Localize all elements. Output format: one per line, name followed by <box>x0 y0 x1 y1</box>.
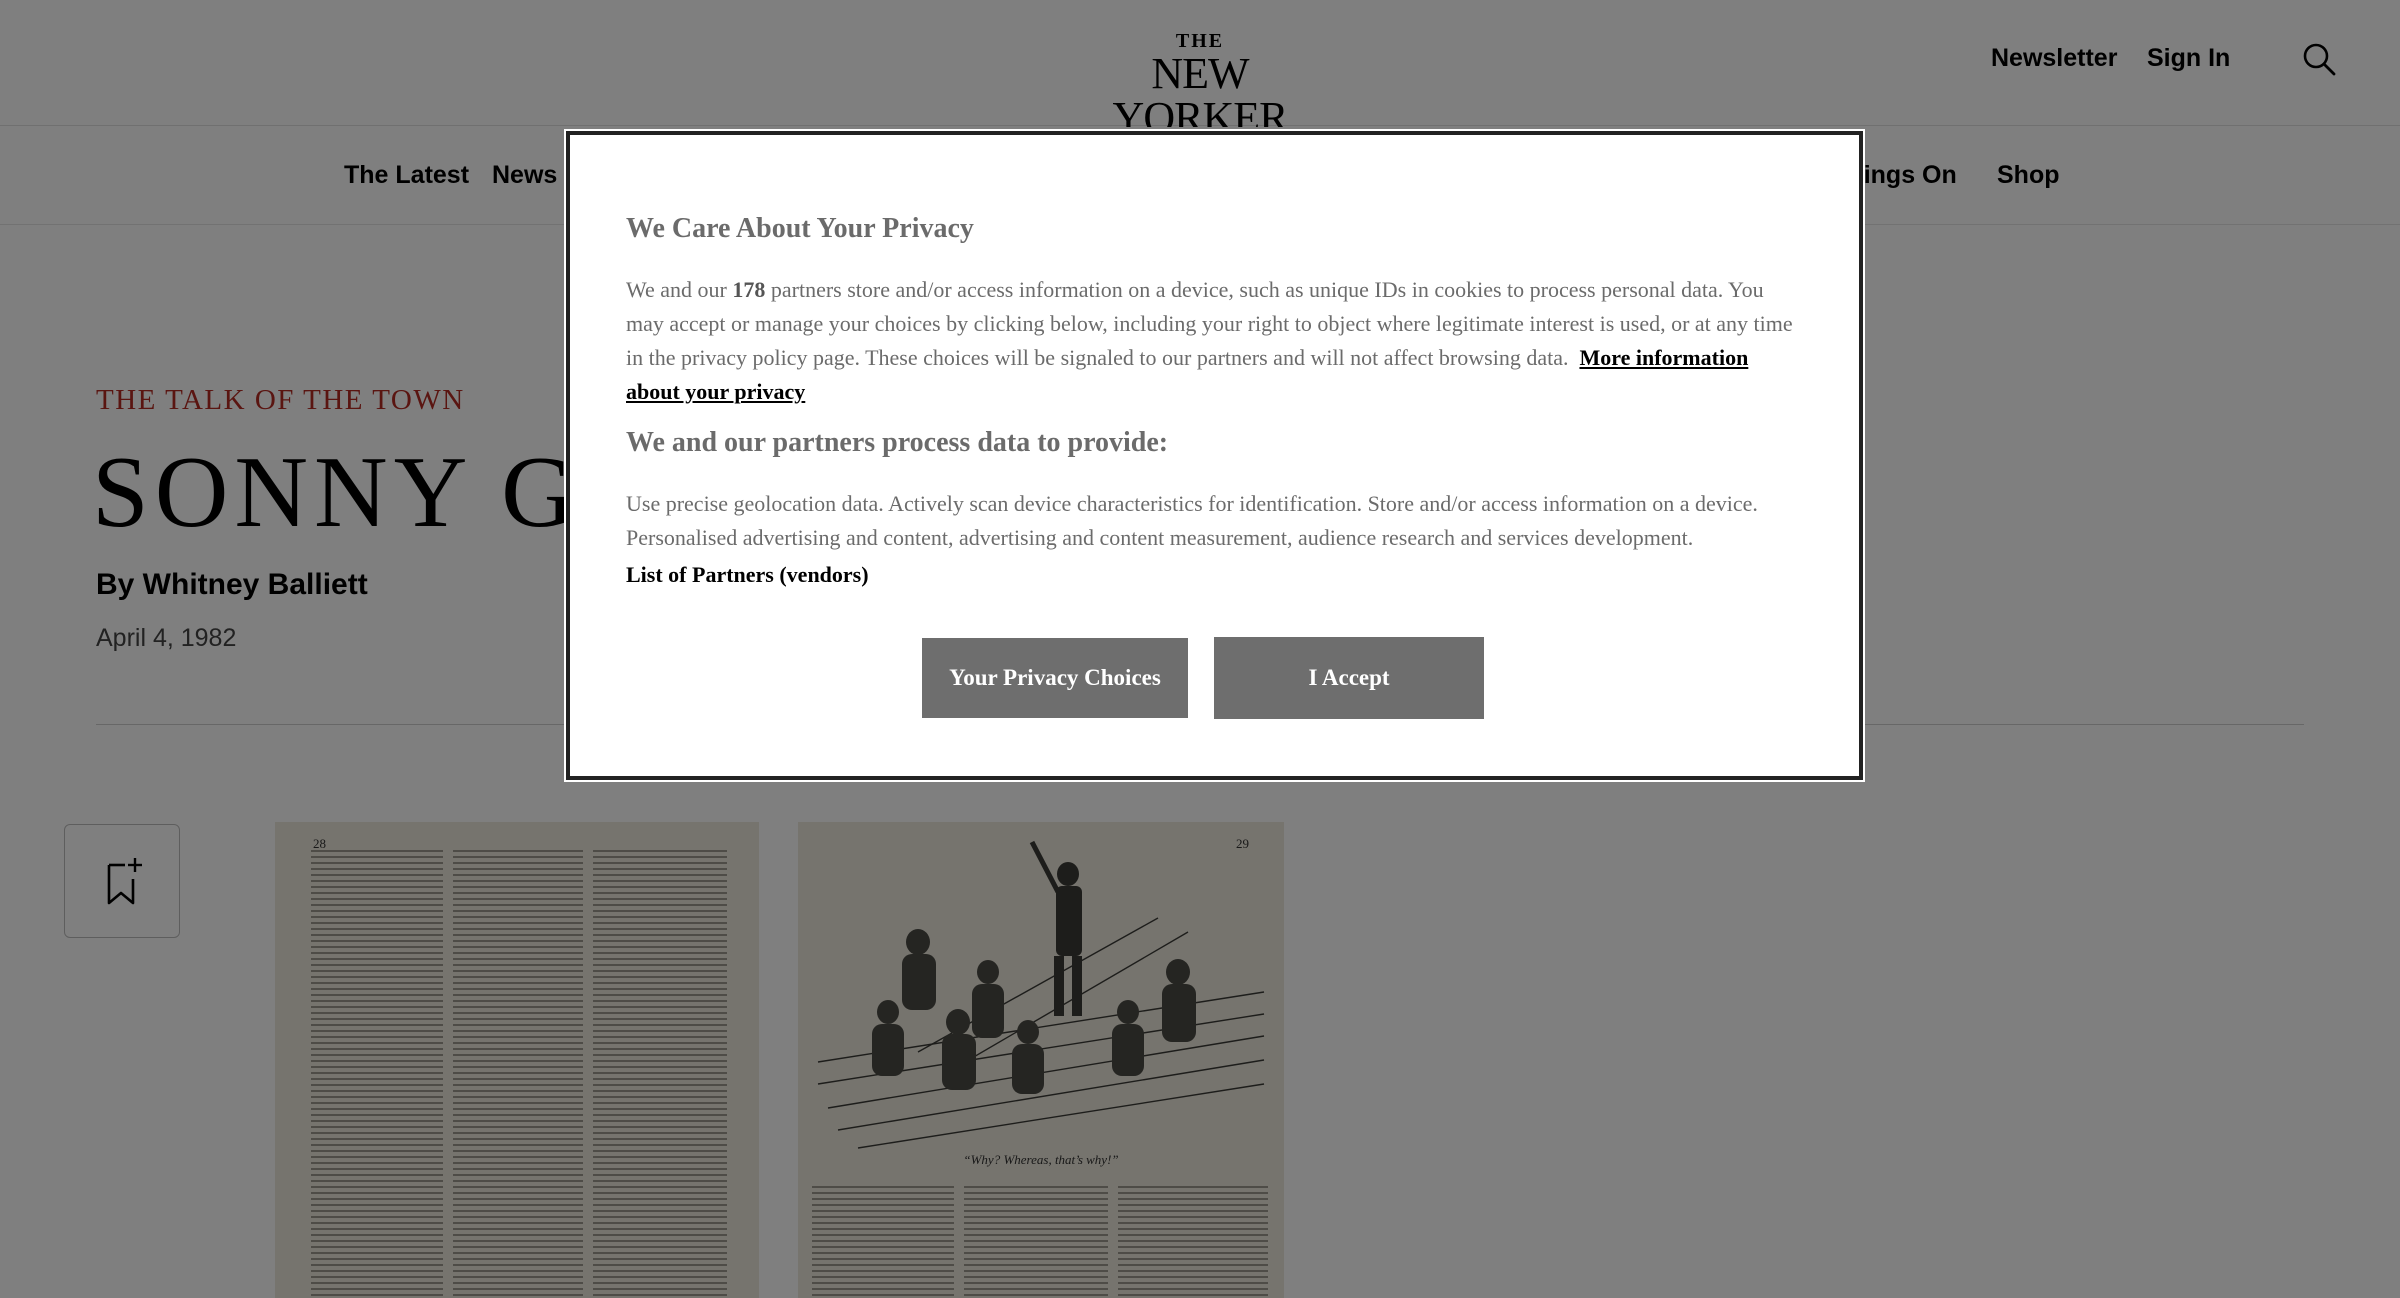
processing-purposes: Use precise geolocation data. Actively s… <box>626 491 1758 550</box>
privacy-choices-button[interactable]: Your Privacy Choices <box>922 638 1188 718</box>
consent-text-start: We and our <box>626 277 733 302</box>
dialog-subtitle: We and our partners process data to prov… <box>626 427 1169 458</box>
dialog-title: We Care About Your Privacy <box>626 213 974 244</box>
accept-button[interactable]: I Accept <box>1214 637 1484 719</box>
consent-description: We and our 178 partners store and/or acc… <box>626 273 1806 409</box>
vendors-list-link[interactable]: List of Partners (vendors) <box>626 562 869 588</box>
partners-count: 178 <box>732 277 766 302</box>
privacy-consent-dialog: We Care About Your Privacy We and our 17… <box>564 129 1865 782</box>
